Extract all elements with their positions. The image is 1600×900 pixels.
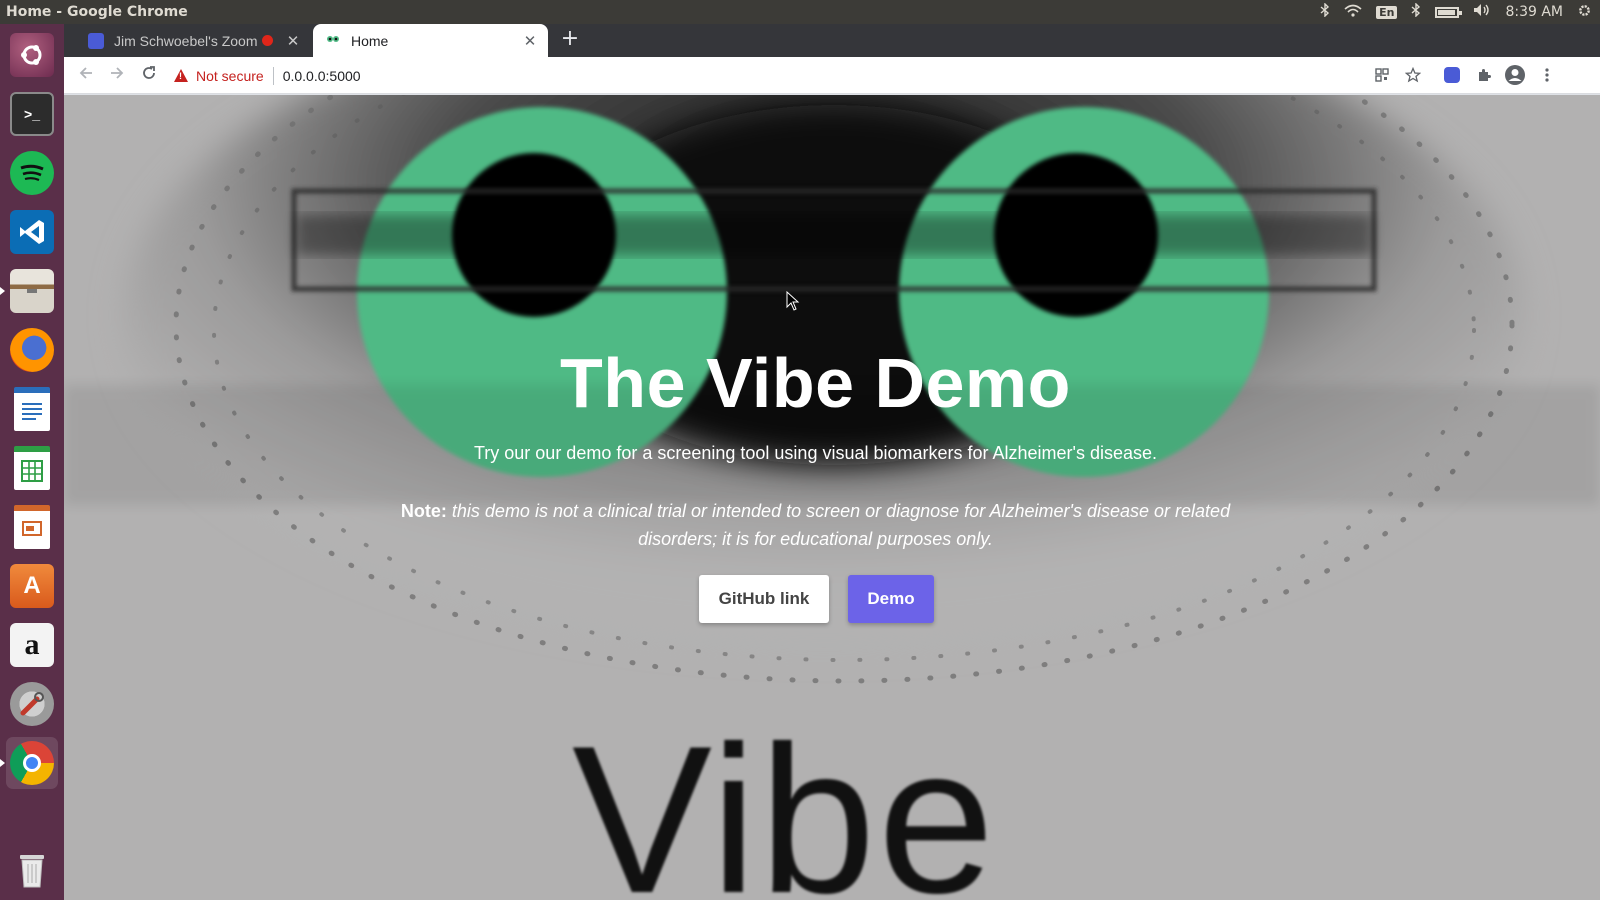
launcher-trash[interactable]: [6, 844, 58, 896]
launcher-files[interactable]: [0, 265, 58, 317]
disclaimer-note: Note: this demo is not a clinical trial …: [394, 497, 1237, 553]
github-link-button[interactable]: GitHub link: [699, 575, 829, 623]
recording-icon: [262, 35, 273, 46]
window-title: Home - Google Chrome: [6, 4, 188, 20]
url-text[interactable]: 0.0.0.0:5000: [283, 68, 361, 84]
new-tab-button[interactable]: +: [558, 28, 582, 52]
browser-window: Jim Schwoebel's Zoom ✕ Home ✕ + Not secu…: [64, 24, 1600, 900]
shopping-bag-icon: A: [10, 564, 54, 608]
launcher-chrome[interactable]: [0, 737, 58, 789]
security-label[interactable]: Not secure: [196, 68, 264, 84]
back-button[interactable]: [74, 64, 98, 88]
launcher-impress[interactable]: [6, 501, 58, 553]
browser-toolbar: Not secure 0.0.0.0:5000: [64, 57, 1600, 94]
qr-code-button[interactable]: [1370, 63, 1394, 87]
bluetooth-icon[interactable]: [1320, 2, 1330, 21]
tab-label: Home: [351, 32, 389, 49]
ubuntu-logo-icon: [10, 33, 54, 77]
arrow-left-icon: [79, 67, 92, 79]
zoom-extension-button[interactable]: [1440, 63, 1464, 87]
wifi-icon[interactable]: [1344, 4, 1362, 21]
bookmark-star-button[interactable]: [1401, 63, 1425, 87]
power-gear-icon[interactable]: [1577, 3, 1592, 22]
close-tab-icon[interactable]: ✕: [283, 32, 303, 50]
tab-zoom[interactable]: Jim Schwoebel's Zoom ✕: [76, 24, 311, 57]
unity-launcher: >_ A a: [0, 24, 64, 900]
launcher-settings[interactable]: [6, 678, 58, 730]
extensions-button[interactable]: [1472, 63, 1496, 87]
launcher-ubuntu-dash[interactable]: [6, 29, 58, 81]
keyboard-layout-indicator[interactable]: En: [1376, 5, 1398, 19]
warning-icon[interactable]: [174, 69, 188, 82]
zoom-icon: [88, 32, 104, 49]
running-indicator: [0, 287, 5, 295]
reload-button[interactable]: [137, 64, 161, 88]
firefox-icon: [10, 328, 54, 372]
star-icon: [1405, 67, 1421, 83]
running-indicator: [0, 759, 5, 767]
document-icon: [14, 387, 50, 431]
spotify-icon: [10, 151, 54, 195]
terminal-icon: >_: [10, 92, 54, 136]
wrench-gear-icon: [10, 682, 54, 726]
vibe-logo-text: Vibe: [572, 702, 997, 900]
page-title: The Vibe Demo: [560, 344, 1071, 422]
omnibox-separator: [272, 66, 274, 85]
page-viewport: The Vibe Demo Try our our demo for a scr…: [64, 95, 1600, 900]
site-icon: [325, 33, 341, 49]
launcher-calc[interactable]: [6, 442, 58, 494]
vscode-icon: [10, 210, 54, 254]
puzzle-piece-icon: [1479, 69, 1491, 81]
account-circle-icon: [1505, 65, 1525, 85]
zoom-extension-icon: [1444, 67, 1460, 83]
page-subtitle: Try our our demo for a screening tool us…: [473, 443, 1158, 463]
reload-icon: [143, 66, 155, 79]
arrow-right-icon: [111, 67, 124, 79]
launcher-terminal[interactable]: >_: [6, 88, 58, 140]
note-label: Note:: [400, 501, 447, 521]
chrome-menu-button[interactable]: [1535, 63, 1559, 87]
bluetooth-icon[interactable]: [1411, 2, 1421, 21]
clock[interactable]: 8:39 AM: [1505, 4, 1563, 20]
launcher-firefox[interactable]: [6, 324, 58, 376]
trash-icon: [10, 848, 54, 892]
profile-button[interactable]: [1503, 63, 1527, 87]
volume-icon[interactable]: [1473, 3, 1491, 21]
launcher-amazon[interactable]: a: [6, 619, 58, 671]
forward-button[interactable]: [105, 64, 129, 88]
launcher-spotify[interactable]: [6, 147, 58, 199]
presentation-icon: [14, 505, 50, 549]
close-tab-icon[interactable]: ✕: [520, 32, 540, 50]
qr-code-icon: [1375, 68, 1389, 82]
battery-icon[interactable]: [1435, 6, 1463, 18]
demo-button[interactable]: Demo: [848, 575, 934, 623]
chrome-icon: [10, 741, 54, 785]
file-cabinet-icon: [10, 269, 54, 313]
note-text: this demo is not a clinical trial or int…: [446, 501, 1231, 549]
launcher-software-center[interactable]: A: [6, 560, 58, 612]
amazon-icon: a: [10, 623, 54, 667]
launcher-writer[interactable]: [6, 383, 58, 435]
launcher-vscode[interactable]: [6, 206, 58, 258]
spreadsheet-icon: [14, 446, 50, 490]
tab-strip: Jim Schwoebel's Zoom ✕ Home ✕ +: [64, 24, 1600, 57]
kebab-menu-icon: [1545, 68, 1549, 82]
tab-home[interactable]: Home ✕: [313, 24, 548, 57]
tab-label: Jim Schwoebel's Zoom: [114, 32, 258, 49]
address-bar[interactable]: Not secure 0.0.0.0:5000: [170, 61, 1430, 90]
top-panel: Home - Google Chrome En 8:39 AM: [0, 0, 1600, 24]
mouse-pointer-icon: [786, 291, 800, 311]
system-tray: En 8:39 AM: [1320, 0, 1592, 24]
